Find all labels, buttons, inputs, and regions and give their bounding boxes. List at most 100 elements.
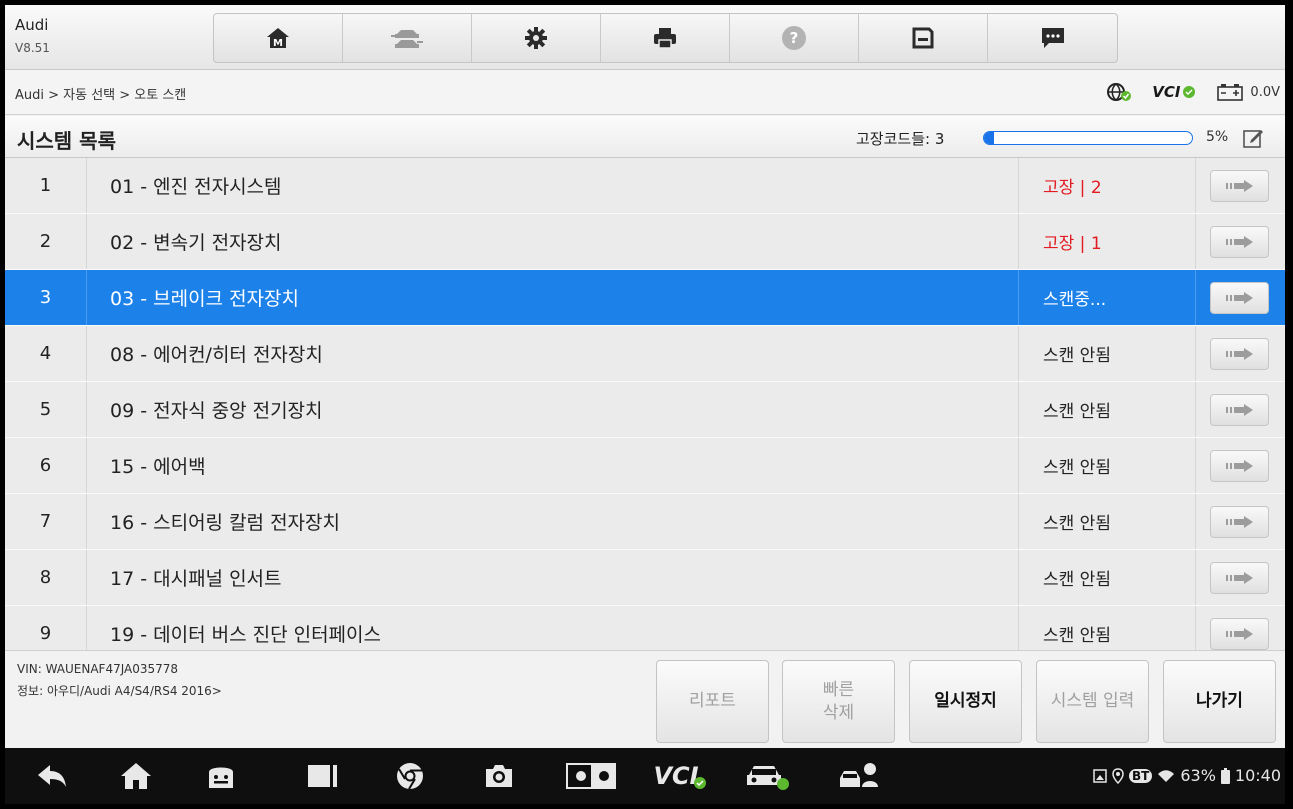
quick-erase-button-label: 빠른 삭제 [822,679,855,723]
system-row[interactable]: 2 02 - 변속기 전자장치 고장 | 1 [5,214,1285,270]
system-list-title: 시스템 목록 [17,129,116,153]
system-row[interactable]: 1 01 - 엔진 전자시스템 고장 | 2 [5,158,1285,214]
gear-icon [525,27,547,49]
vehicle-info-text: 정보: 아우디/Audi A4/S4/RS4 2016> [17,684,222,698]
enter-system-button[interactable] [1210,506,1269,538]
arrow-right-icon [1225,292,1253,304]
system-status: BT 63% 10:40 [1093,766,1281,785]
system-input-button[interactable]: 시스템 입력 [1036,660,1149,743]
arrow-right-icon [1225,404,1253,416]
clock: 10:40 [1234,766,1281,785]
toolbar: M ? [213,13,1118,63]
scan-progress-fill [984,132,995,144]
settings-button[interactable] [472,14,601,62]
top-bar: Audi V8.51 M ? [5,5,1285,70]
system-row[interactable]: 9 19 - 데이터 버스 진단 인터페이스 스캔 안됨 [5,606,1285,650]
pause-button[interactable]: 일시정지 [909,660,1022,743]
browser-button[interactable] [390,756,430,796]
message-icon [1041,28,1064,48]
remote-expert-button[interactable] [836,756,886,796]
camera-button[interactable] [479,756,519,796]
scan-status: 고장 | 1 [1018,214,1196,269]
enter-system-button[interactable] [1210,282,1269,314]
row-index: 3 [5,270,87,325]
arrow-right-icon [1225,348,1253,360]
report-button-label: 리포트 [689,691,736,712]
list-header: 시스템 목록 고장코드들: 3 5% [5,116,1285,158]
enter-system-button[interactable] [1210,562,1269,594]
battery-voltage: 0.0V [1216,83,1280,101]
brightness-icon [566,763,616,789]
system-row[interactable]: 6 15 - 에어백 스캔 안됨 [5,438,1285,494]
recent-apps-button[interactable] [302,756,342,796]
enter-system-button[interactable] [1210,338,1269,370]
system-name: 17 - 대시패널 인서트 [110,568,282,590]
vci-connected-icon [693,777,706,789]
scan-status: 스캔 안됨 [1018,550,1196,605]
home-icon: M [267,28,289,49]
system-row[interactable]: 3 03 - 브레이크 전자장치 스캔중... [5,270,1285,326]
system-row[interactable]: 4 08 - 에어컨/히터 전자장치 스캔 안됨 [5,326,1285,382]
vci-status: VCI [1152,83,1196,101]
pause-button-label: 일시정지 [934,691,997,712]
enter-system-button[interactable] [1210,226,1269,258]
row-index: 9 [5,606,87,650]
scan-status: 스캔 안됨 [1018,606,1196,650]
back-button[interactable] [32,756,72,796]
save-button[interactable] [859,14,988,62]
vehicle-button[interactable] [741,756,793,796]
enter-system-button[interactable] [1210,618,1269,650]
status-icons: VCI 0.0V [1106,82,1280,102]
svg-text:M: M [273,38,283,49]
exit-button-label: 나가기 [1196,691,1243,712]
browser-icon [397,763,423,790]
system-row[interactable]: 5 09 - 전자식 중앙 전기장치 스캔 안됨 [5,382,1285,438]
wifi-icon [1158,769,1175,782]
row-index: 2 [5,214,87,269]
enter-system-button[interactable] [1210,394,1269,426]
breadcrumb-bar: Audi > 자동 선택 > 오토 스캔 VCI 0.0V [5,70,1285,115]
display-brightness-button[interactable] [565,756,617,796]
bluetooth-icon: BT [1128,768,1153,783]
print-button[interactable] [601,14,730,62]
report-button[interactable]: 리포트 [656,660,769,743]
vehicle-swap-button[interactable] [343,14,472,62]
quick-erase-button[interactable]: 빠른 삭제 [782,660,895,743]
house-icon [121,763,151,789]
home-button[interactable]: M [214,14,343,62]
edit-icon[interactable] [1242,127,1264,149]
row-index: 4 [5,326,87,381]
vci-label: VCI [1152,83,1181,101]
camera-icon [486,765,512,787]
back-icon [38,765,66,787]
system-row[interactable]: 7 16 - 스티어링 칼럼 전자장치 스캔 안됨 [5,494,1285,550]
arrow-right-icon [1225,180,1253,192]
scan-progress-percent: 5% [1206,129,1229,145]
android-button[interactable] [201,756,241,796]
row-index: 1 [5,158,87,213]
enter-system-button[interactable] [1210,170,1269,202]
printer-icon [654,28,676,49]
home-nav-button[interactable] [116,756,156,796]
help-button[interactable]: ? [730,14,859,62]
system-name: 16 - 스티어링 칼럼 전자장치 [110,512,340,534]
arrow-right-icon [1225,516,1253,528]
vin-text: VIN: WAUENAF47JA035778 [17,662,179,676]
car-battery-icon [1217,84,1244,101]
voltage-value: 0.0V [1250,84,1280,100]
car-swap-icon [391,30,423,48]
data-logging-button[interactable] [988,14,1117,62]
scan-status: 스캔 안됨 [1018,382,1196,437]
system-name: 01 - 엔진 전자시스템 [110,176,282,198]
enter-system-button[interactable] [1210,450,1269,482]
scan-status: 스캔 안됨 [1018,494,1196,549]
car-icon [747,766,789,790]
app-title: Audi [15,16,49,34]
system-row[interactable]: 8 17 - 대시패널 인서트 스캔 안됨 [5,550,1285,606]
exit-button[interactable]: 나가기 [1163,660,1276,743]
system-name: 19 - 데이터 버스 진단 인터페이스 [110,624,381,646]
android-nav-bar: VCI BT 63% 10:40 [5,748,1285,804]
vci-nav-button[interactable]: VCI [650,756,710,796]
arrow-right-icon [1225,572,1253,584]
footer: VIN: WAUENAF47JA035778 정보: 아우디/Audi A4/S… [5,650,1285,748]
